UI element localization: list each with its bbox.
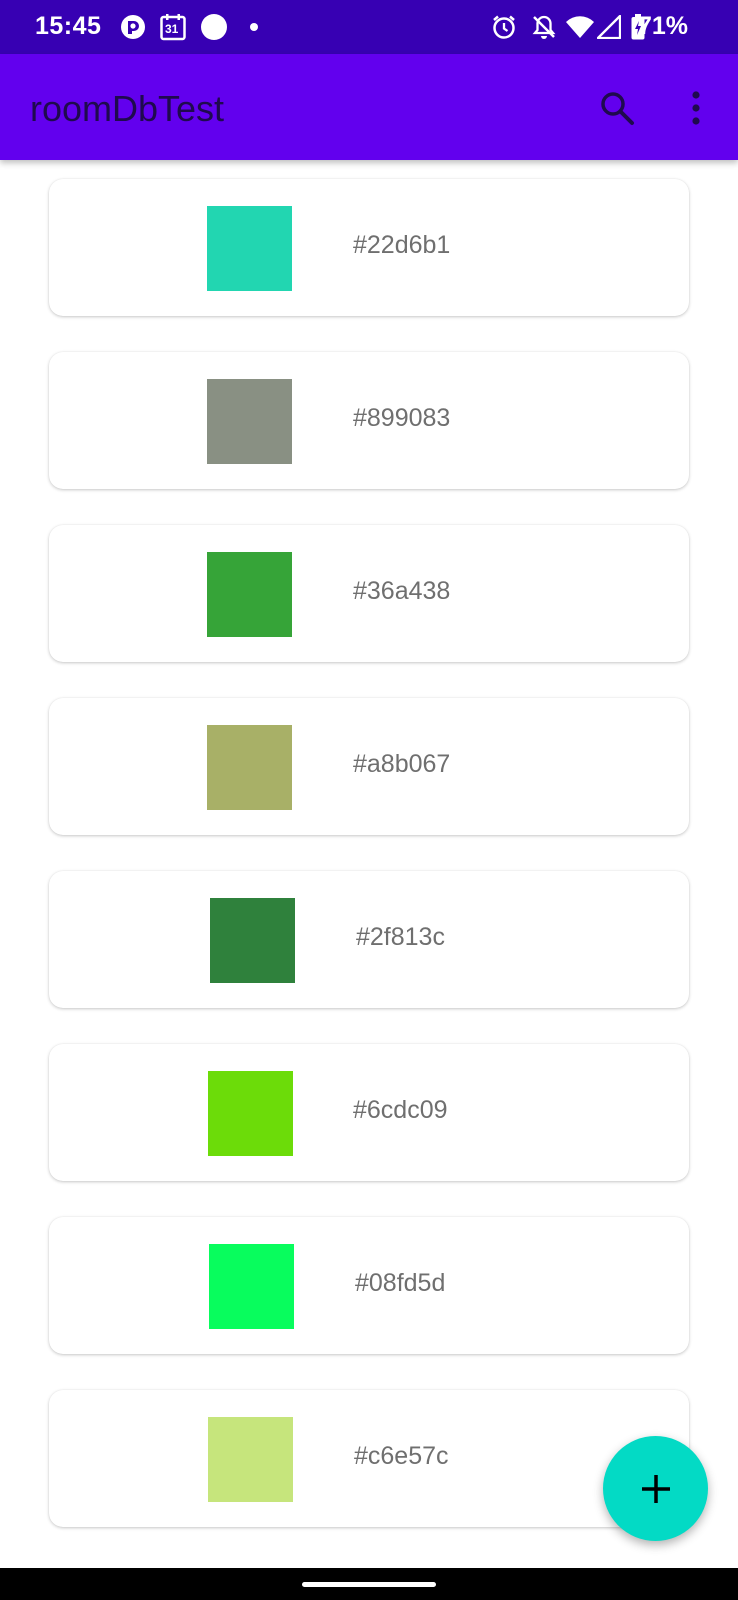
home-gesture-handle[interactable] — [302, 1582, 436, 1587]
notifications-off-icon — [530, 13, 558, 41]
color-card[interactable]: #899083 — [49, 352, 689, 489]
color-card[interactable]: #2f813c — [49, 871, 689, 1008]
pocket-casts-icon — [120, 13, 146, 41]
status-time: 15:45 — [35, 12, 102, 40]
color-swatch — [207, 379, 292, 464]
color-card[interactable]: #08fd5d — [49, 1217, 689, 1354]
search-icon — [601, 92, 634, 125]
color-list[interactable]: #22d6b1 #899083 #36a438 #a8b067 #2f813c … — [0, 160, 738, 1568]
color-hex-label: #22d6b1 — [353, 231, 451, 259]
app-bar: roomDbTest — [0, 54, 738, 160]
color-hex-label: #a8b067 — [353, 750, 451, 778]
color-swatch — [209, 1244, 294, 1329]
color-swatch — [207, 206, 292, 291]
wifi-icon — [565, 13, 595, 41]
color-swatch — [207, 552, 292, 637]
color-hex-label: #36a438 — [353, 577, 451, 605]
calendar-icon: 31 — [160, 13, 186, 41]
overflow-menu-button[interactable] — [672, 84, 720, 132]
app-title: roomDbTest — [30, 88, 225, 129]
calendar-day: 31 — [165, 22, 179, 36]
small-dot-icon — [248, 13, 260, 41]
color-hex-label: #c6e57c — [354, 1442, 449, 1470]
color-hex-label: #2f813c — [356, 923, 445, 951]
color-hex-label: #899083 — [353, 404, 451, 432]
color-card[interactable]: #6cdc09 — [49, 1044, 689, 1181]
color-swatch — [208, 1071, 293, 1156]
status-bar: 15:45 31 71% — [0, 0, 738, 54]
color-hex-label: #6cdc09 — [353, 1096, 448, 1124]
search-button[interactable] — [593, 84, 641, 132]
circle-dot-icon — [200, 13, 228, 41]
color-card[interactable]: #c6e57c — [49, 1390, 689, 1527]
alarm-icon — [490, 13, 518, 41]
battery-percentage: 71% — [637, 12, 688, 40]
add-icon — [641, 1474, 670, 1503]
color-swatch — [210, 898, 295, 983]
cell-signal-icon — [597, 13, 621, 41]
color-card[interactable]: #36a438 — [49, 525, 689, 662]
color-swatch — [207, 725, 292, 810]
color-hex-label: #08fd5d — [355, 1269, 446, 1297]
color-card[interactable]: #a8b067 — [49, 698, 689, 835]
navigation-bar — [0, 1568, 738, 1600]
overflow-menu-icon — [692, 91, 700, 125]
add-color-fab[interactable] — [603, 1436, 708, 1541]
color-card[interactable]: #22d6b1 — [49, 179, 689, 316]
color-swatch — [208, 1417, 293, 1502]
